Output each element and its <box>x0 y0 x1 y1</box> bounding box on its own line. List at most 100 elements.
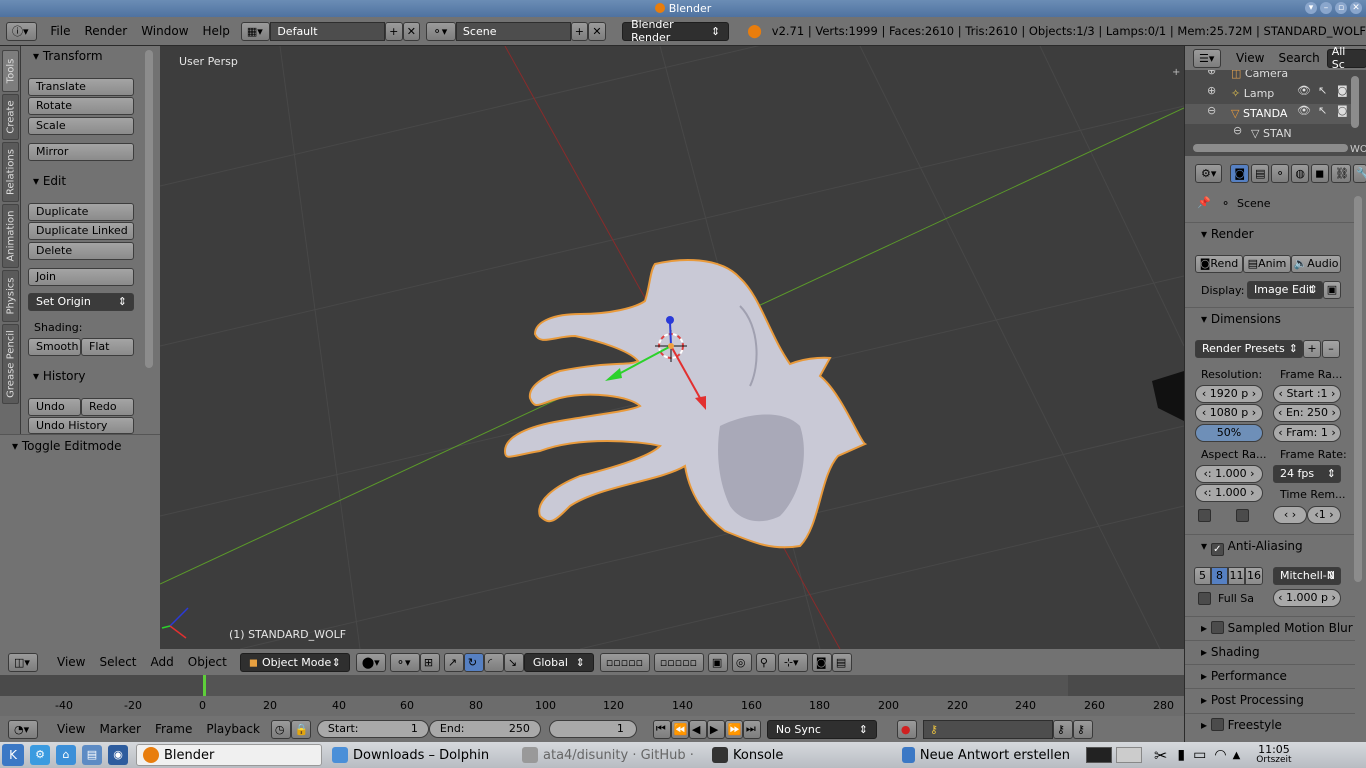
play-icon[interactable]: ▶ <box>706 719 725 739</box>
start-frame-field[interactable]: Start: 1 <box>316 720 429 738</box>
3d-viewport[interactable]: User Persp (1) STANDARD_WOLF + <box>160 46 1184 649</box>
scale-button[interactable]: Scale <box>28 117 134 135</box>
start-menu-icon[interactable]: K <box>2 744 24 766</box>
render-image-button[interactable]: ◙Rend <box>1195 255 1243 273</box>
task-dolphin[interactable]: Downloads – Dolphin <box>326 744 512 766</box>
render-presets-select[interactable]: Render Presets ⇕ <box>1195 340 1303 358</box>
outliner-editor-icon[interactable]: ☰▾ <box>1193 48 1221 68</box>
visibility-eye-icon[interactable]: 👁 <box>1297 104 1311 117</box>
task-neue-antwort[interactable]: Neue Antwort erstellen <box>896 744 1076 766</box>
viewport-shading-button[interactable]: ⬤▾ <box>355 652 386 672</box>
timeline-area[interactable]: -40 -20 0 20 40 60 80 100 120 140 160 18… <box>0 675 1184 716</box>
aa-samples-5[interactable]: 5 <box>1194 567 1211 585</box>
scale-handle-icon[interactable]: ↘ <box>503 652 524 672</box>
resolution-percent-slider[interactable]: 50% <box>1195 424 1263 442</box>
scene-icon[interactable]: ⚬▾ <box>426 21 456 41</box>
undo-history-button[interactable]: Undo History <box>28 417 134 434</box>
region-expand-icon[interactable]: + <box>1172 68 1182 78</box>
pivot-point-button[interactable]: ⚬▾ <box>389 652 420 672</box>
menu-add[interactable]: Add <box>144 655 181 669</box>
aa-samples-16[interactable]: 16 <box>1245 567 1263 585</box>
preview-range-icon[interactable]: ◷ <box>270 719 291 739</box>
outliner-menu-search[interactable]: Search <box>1271 51 1326 65</box>
outliner-filter-select[interactable]: All Sc <box>1326 45 1366 71</box>
post-processing-panel-title[interactable]: ▸ Post Processing <box>1185 688 1355 710</box>
tab-animation[interactable]: Animation <box>2 204 19 268</box>
tab-create[interactable]: Create <box>2 94 19 140</box>
duplicate-button[interactable]: Duplicate <box>28 203 134 221</box>
constraints-tab-icon[interactable]: ⛓ <box>1331 163 1352 183</box>
editor-type-button[interactable]: ⓘ▾ <box>6 21 38 41</box>
settings-launcher-icon[interactable]: ⚙ <box>30 745 50 765</box>
full-sample-checkbox[interactable] <box>1198 592 1211 605</box>
menu-select[interactable]: Select <box>92 655 143 669</box>
pin-icon[interactable]: 📌 <box>1197 196 1211 209</box>
lock-icon[interactable]: 🔒 <box>290 719 311 739</box>
proportional-edit-icon[interactable]: ◎ <box>731 652 752 672</box>
record-icon[interactable]: ● <box>896 719 917 739</box>
add-scene-button[interactable]: + <box>570 21 589 41</box>
properties-editor-icon[interactable]: ⚙▾ <box>1195 163 1223 183</box>
device-notifier-icon[interactable]: ▮ <box>1177 747 1185 763</box>
world-tab-icon[interactable]: ◍ <box>1291 163 1310 183</box>
object-tab-icon[interactable]: ◼ <box>1311 163 1330 183</box>
aa-samples-11[interactable]: 11 <box>1228 567 1245 585</box>
home-launcher-icon[interactable]: ⌂ <box>56 745 76 765</box>
panel-transform-title[interactable]: ▾ Transform <box>21 46 161 66</box>
resolution-y-field[interactable]: ‹ 1080 p › <box>1195 404 1263 422</box>
performance-panel-title[interactable]: ▸ Performance <box>1185 664 1355 686</box>
anti-aliasing-checkbox[interactable]: ✓ <box>1210 543 1224 556</box>
sampled-motion-blur-panel-title[interactable]: ▸ Sampled Motion Blur <box>1185 616 1355 638</box>
menu-marker[interactable]: Marker <box>92 722 147 736</box>
window-menu-icon[interactable]: ▾ <box>1305 2 1317 14</box>
scene-field[interactable]: Scene <box>455 21 571 41</box>
render-animation-button[interactable]: ▤Anim <box>1243 255 1291 273</box>
screen-layout-field[interactable]: Default <box>270 21 386 41</box>
frame-end-field[interactable]: ‹ En: 250 › <box>1273 404 1341 422</box>
lock-interface-icon[interactable]: ▣ <box>1323 281 1341 299</box>
browser-launcher-icon[interactable]: ◉ <box>108 745 128 765</box>
snap-element-select[interactable]: ⊹▾ <box>777 652 808 672</box>
tab-grease-pencil[interactable]: Grease Pencil <box>2 324 19 404</box>
menu-render[interactable]: Render <box>77 24 134 38</box>
aa-filter-select[interactable]: Mitchell-N ⇕ <box>1273 567 1341 585</box>
redo-button[interactable]: Redo <box>81 398 134 416</box>
set-origin-dropdown[interactable]: Set Origin ⇕ <box>28 293 134 311</box>
pager-desktop-1[interactable] <box>1086 747 1112 763</box>
insert-keyframe-icon[interactable]: ⚷ <box>1052 719 1073 739</box>
rotate-button[interactable]: Rotate <box>28 97 134 115</box>
motion-blur-checkbox[interactable] <box>1210 621 1224 634</box>
frame-start-field[interactable]: ‹ Start :1 › <box>1273 385 1341 403</box>
modifiers-tab-icon[interactable]: 🔧 <box>1353 163 1366 183</box>
tool-shelf-scrollbar[interactable] <box>143 46 160 434</box>
editor-type-3d-button[interactable]: ◫▾ <box>8 652 38 672</box>
aspect-y-field[interactable]: ‹: 1.000 › <box>1195 484 1263 502</box>
scale-manipulator-icon[interactable]: ◜ <box>483 652 504 672</box>
camera-object[interactable] <box>1152 371 1184 421</box>
close-icon[interactable]: ✕ <box>1350 2 1362 14</box>
outliner-menu-view[interactable]: View <box>1229 51 1271 65</box>
freestyle-checkbox[interactable] <box>1210 718 1224 731</box>
aspect-x-field[interactable]: ‹: 1.000 › <box>1195 465 1263 483</box>
jump-start-icon[interactable]: ⏮ <box>652 719 671 739</box>
screen-layout-icon[interactable]: ▦▾ <box>240 21 271 41</box>
maximize-icon[interactable]: ▫ <box>1335 2 1347 14</box>
outliner-vscroll[interactable] <box>1351 76 1359 128</box>
shading-panel-title[interactable]: ▸ Shading <box>1185 640 1355 662</box>
resolution-x-field[interactable]: ‹ 1920 p › <box>1195 385 1263 403</box>
collapse-icon[interactable]: ⊖ <box>1233 124 1242 137</box>
panel-edit-title[interactable]: ▾ Edit <box>21 171 161 191</box>
editor-type-timeline-button[interactable]: ◔▾ <box>8 719 38 739</box>
clipboard-scissors-icon[interactable]: ✂ <box>1154 746 1167 765</box>
join-button[interactable]: Join <box>28 268 134 286</box>
menu-help[interactable]: Help <box>196 24 237 38</box>
collapse-icon[interactable]: ⊖ <box>1207 104 1216 117</box>
render-engine-select[interactable]: Blender Render ⇕ <box>622 18 730 44</box>
mirror-button[interactable]: Mirror <box>28 143 134 161</box>
frame-step-field[interactable]: ‹ Fram: 1 › <box>1273 424 1341 442</box>
orientation-select[interactable]: Global ⇕ <box>523 652 594 672</box>
anti-aliasing-panel-title[interactable]: ▾ ✓ Anti-Aliasing <box>1185 534 1355 556</box>
task-github[interactable]: ata4/disunity · GitHub · <box>516 744 702 766</box>
task-blender[interactable]: Blender <box>136 744 322 766</box>
toggle-editmode-panel[interactable]: ▾ Toggle Editmode <box>0 434 160 456</box>
